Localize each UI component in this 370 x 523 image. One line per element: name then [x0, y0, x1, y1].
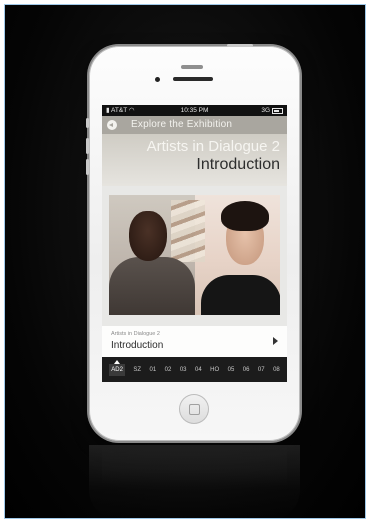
tab-list: AD2 SZ 01 02 03 04 HO 05 06 07 08 — [102, 360, 287, 376]
list-item-title: Introduction — [111, 340, 164, 351]
back-arrow-icon[interactable] — [107, 120, 117, 130]
chevron-right-icon — [273, 337, 278, 345]
tab-02[interactable]: 02 — [165, 364, 172, 376]
intro-list-item[interactable]: Artists in Dialogue 2 Introduction — [102, 326, 287, 357]
reflection-screen — [102, 445, 287, 485]
exhibition-subtitle: Artists in Dialogue 2 — [146, 138, 280, 155]
section-tab-bar: AD2 SZ 01 02 03 04 HO 05 06 07 08 — [102, 357, 287, 382]
tab-08[interactable]: 08 — [273, 364, 280, 376]
tab-ad2[interactable]: AD2 — [109, 360, 125, 376]
power-button — [227, 44, 253, 47]
photo-artwork-background — [171, 200, 205, 262]
tab-07[interactable]: 07 — [258, 364, 265, 376]
artist-two-body — [201, 275, 280, 315]
artist-two-hair — [221, 201, 269, 231]
iphone-device: ▮ AT&T ◠ 10:35 PM 3G Explore the Exhibit… — [86, 44, 300, 441]
home-button[interactable] — [179, 394, 209, 424]
list-item-caption: Artists in Dialogue 2 — [111, 331, 160, 337]
network-type: 3G — [261, 107, 270, 114]
tab-01[interactable]: 01 — [150, 364, 157, 376]
tab-ho[interactable]: HO — [210, 364, 219, 376]
status-time: 10:35 PM — [180, 107, 209, 114]
top-speaker — [181, 65, 203, 69]
tab-04[interactable]: 04 — [195, 364, 202, 376]
navigation-bar: Explore the Exhibition — [102, 116, 287, 134]
mute-switch — [86, 118, 89, 128]
hero-header: Artists in Dialogue 2 Introduction — [102, 134, 287, 186]
volume-up-button — [86, 138, 89, 154]
tab-06[interactable]: 06 — [243, 364, 250, 376]
section-heading: Introduction — [196, 156, 280, 173]
tab-03[interactable]: 03 — [180, 364, 187, 376]
artist-one-body — [109, 257, 195, 315]
phone-reflection — [89, 445, 300, 518]
network-status: 3G — [261, 105, 283, 116]
artists-photo — [109, 195, 280, 315]
artist-one-portrait — [129, 211, 167, 261]
volume-down-button — [86, 159, 89, 175]
presentation-frame: ▮ AT&T ◠ 10:35 PM 3G Explore the Exhibit… — [4, 4, 366, 519]
tab-05[interactable]: 05 — [228, 364, 235, 376]
earpiece — [173, 77, 213, 81]
app-screen: ▮ AT&T ◠ 10:35 PM 3G Explore the Exhibit… — [102, 105, 287, 382]
front-camera — [155, 77, 160, 82]
battery-icon — [272, 107, 283, 114]
nav-title: Explore the Exhibition — [131, 119, 233, 130]
tab-sz[interactable]: SZ — [133, 364, 141, 376]
status-bar: ▮ AT&T ◠ 10:35 PM 3G — [102, 105, 287, 116]
